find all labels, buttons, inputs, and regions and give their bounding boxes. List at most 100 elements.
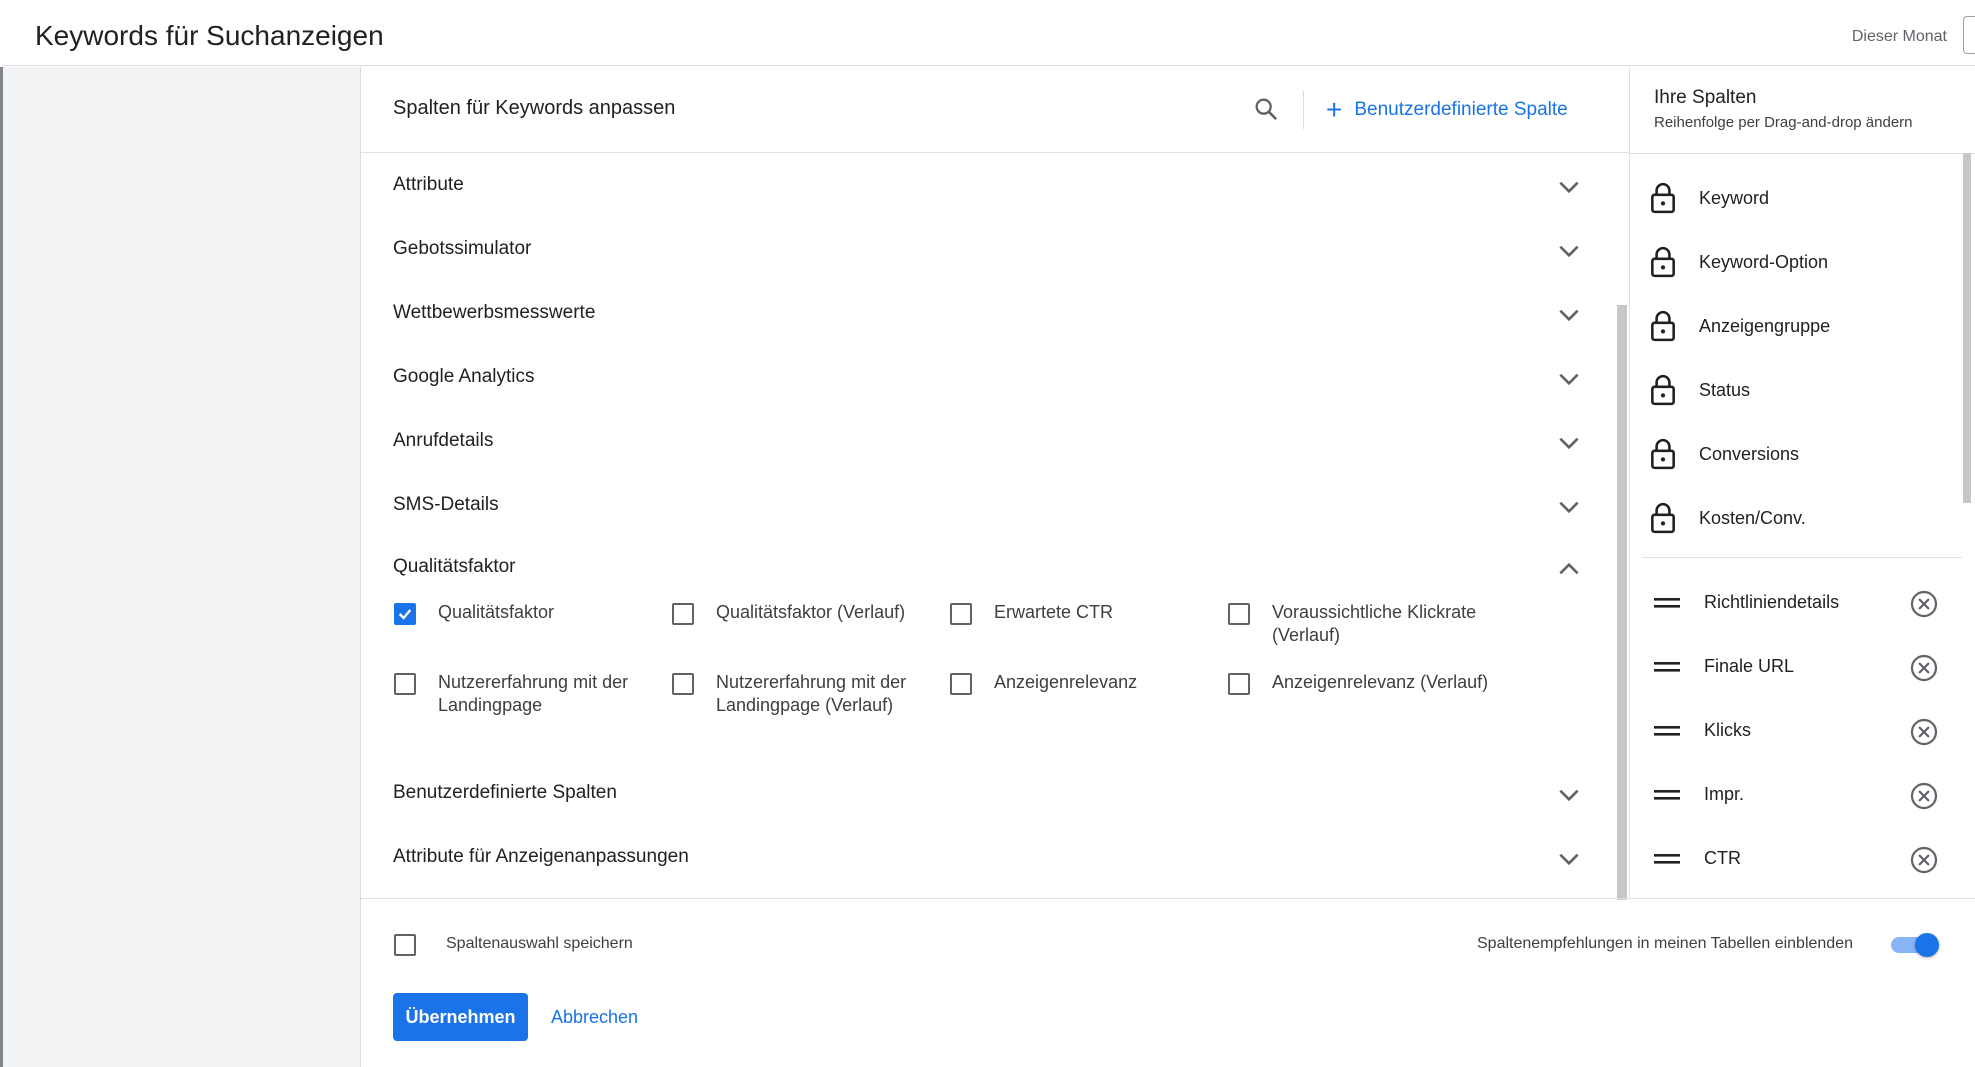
quality-option-checkbox[interactable] xyxy=(672,603,694,625)
category-3[interactable]: Google Analytics xyxy=(361,346,1629,410)
category-4[interactable]: Anrufdetails xyxy=(361,410,1629,474)
remove-column-icon[interactable] xyxy=(1910,782,1938,810)
dialog-footer: Spaltenauswahl speichern Spaltenempfehlu… xyxy=(361,898,1975,1067)
lock-icon xyxy=(1651,374,1675,406)
search-icon[interactable] xyxy=(1252,95,1280,123)
movable-column-item[interactable]: CTR xyxy=(1630,826,1970,890)
movable-column-label: Finale URL xyxy=(1704,656,1795,676)
apply-button[interactable]: Übernehmen xyxy=(393,993,528,1041)
save-selection-checkbox[interactable] xyxy=(394,934,416,956)
locked-column-label: Kosten/Conv. xyxy=(1699,508,1806,528)
chevron-down-icon[interactable] xyxy=(1556,430,1582,456)
remove-column-icon[interactable] xyxy=(1910,590,1938,618)
remove-column-icon[interactable] xyxy=(1910,718,1938,746)
locked-column-item: Anzeigengruppe xyxy=(1630,294,1970,358)
category-7[interactable]: Benutzerdefinierte Spalten xyxy=(361,762,1629,826)
category-8[interactable]: Attribute für Anzeigenanpassungen xyxy=(361,826,1629,890)
checkmark-icon xyxy=(398,609,412,620)
save-selection-label: Spaltenauswahl speichern xyxy=(446,935,633,952)
quality-option-label: Voraussichtliche Klickrate (Verlauf) xyxy=(1272,602,1477,645)
movable-column-label: Klicks xyxy=(1704,720,1752,740)
date-range-label[interactable]: Dieser Monat xyxy=(1852,28,1947,46)
category-label: Attribute für Anzeigenanpassungen xyxy=(393,846,689,867)
category-label: Anrufdetails xyxy=(393,430,494,451)
movable-column-item[interactable]: Finale URL xyxy=(1630,634,1970,698)
category-1[interactable]: Gebotssimulator xyxy=(361,218,1629,282)
category-6[interactable]: Qualitätsfaktor xyxy=(361,536,1629,600)
quality-option-checkbox[interactable] xyxy=(672,673,694,695)
movable-column-label: Impr. xyxy=(1704,784,1745,804)
background-area xyxy=(0,67,360,1067)
recommendations-label: Spaltenempfehlungen in meinen Tabellen e… xyxy=(1477,935,1853,952)
dialog-title: Spalten für Keywords anpassen xyxy=(393,97,676,119)
chevron-down-icon[interactable] xyxy=(1556,494,1582,520)
movable-column-label: CTR xyxy=(1704,848,1741,868)
cancel-button[interactable]: Abbrechen xyxy=(541,993,648,1041)
header-divider xyxy=(1303,91,1304,129)
drag-handle-icon[interactable] xyxy=(1654,662,1680,672)
category-label: Google Analytics xyxy=(393,366,535,387)
remove-column-icon[interactable] xyxy=(1910,654,1938,682)
movable-column-label: Richtliniendetails xyxy=(1704,592,1840,612)
add-custom-column-button[interactable]: + Benutzerdefinierte Spalte xyxy=(1326,91,1568,129)
drag-handle-icon[interactable] xyxy=(1654,726,1680,736)
quality-option-checkbox[interactable] xyxy=(950,603,972,625)
locked-column-item: Status xyxy=(1630,358,1970,422)
category-0[interactable]: Attribute xyxy=(361,154,1629,218)
movable-column-item[interactable]: Klicks xyxy=(1630,698,1970,762)
your-columns-subtitle: Reihenfolge per Drag-and-drop ändern xyxy=(1654,114,1913,131)
drag-handle-icon[interactable] xyxy=(1654,854,1680,864)
page-header: Keywords für Suchanzeigen Dieser Monat xyxy=(4,4,1975,66)
plus-icon: + xyxy=(1326,94,1343,125)
quality-option-checkbox[interactable] xyxy=(950,673,972,695)
chevron-down-icon[interactable] xyxy=(1556,238,1582,264)
chevron-down-icon[interactable] xyxy=(1556,782,1582,808)
quality-option-checkbox[interactable] xyxy=(394,603,416,625)
chevron-down-icon[interactable] xyxy=(1556,846,1582,872)
chevron-down-icon[interactable] xyxy=(1556,302,1582,328)
quality-option-label: Qualitätsfaktor (Verlauf) xyxy=(716,602,906,622)
chevron-down-icon[interactable] xyxy=(1556,174,1582,200)
lock-icon xyxy=(1651,182,1675,214)
category-label: Attribute xyxy=(393,174,464,195)
locked-column-label: Anzeigengruppe xyxy=(1699,316,1831,336)
locked-column-label: Conversions xyxy=(1699,444,1800,464)
locked-movable-divider xyxy=(1642,557,1962,558)
quality-option-checkbox[interactable] xyxy=(1228,603,1250,625)
chevron-down-icon[interactable] xyxy=(1556,366,1582,392)
categories-scrollbar[interactable] xyxy=(1617,305,1627,900)
left-edge-border xyxy=(0,67,3,1067)
date-range-button[interactable] xyxy=(1963,16,1975,54)
quality-option-checkbox[interactable] xyxy=(1228,673,1250,695)
your-columns-scrollbar[interactable] xyxy=(1963,153,1971,503)
panel-divider xyxy=(1630,153,1975,154)
drag-handle-icon[interactable] xyxy=(1654,598,1680,608)
quality-option-label: Nutzererfahrung mit der Landingpage (Ver… xyxy=(716,672,907,715)
remove-column-icon[interactable] xyxy=(1910,846,1938,874)
category-label: Benutzerdefinierte Spalten xyxy=(393,782,617,803)
category-2[interactable]: Wettbewerbsmesswerte xyxy=(361,282,1629,346)
lock-icon xyxy=(1651,310,1675,342)
locked-column-item: Keyword xyxy=(1630,166,1970,230)
movable-column-item[interactable]: Impr. xyxy=(1630,762,1970,826)
locked-column-item: Kosten/Conv. xyxy=(1630,486,1970,550)
add-custom-column-label: Benutzerdefinierte Spalte xyxy=(1354,99,1568,120)
toggle-knob xyxy=(1915,933,1939,957)
dialog-header: Spalten für Keywords anpassen + Benutzer… xyxy=(361,67,1629,153)
quality-option-label: Qualitätsfaktor xyxy=(438,602,555,622)
locked-column-label: Keyword xyxy=(1699,188,1770,208)
movable-column-item[interactable]: Richtliniendetails xyxy=(1630,570,1970,634)
drag-handle-icon[interactable] xyxy=(1654,790,1680,800)
chevron-up-icon[interactable] xyxy=(1556,556,1582,582)
category-5[interactable]: SMS-Details xyxy=(361,474,1629,538)
category-label: Wettbewerbsmesswerte xyxy=(393,302,596,323)
lock-icon xyxy=(1651,502,1675,534)
locked-column-label: Status xyxy=(1699,380,1751,400)
category-label: Qualitätsfaktor xyxy=(393,556,516,577)
lock-icon xyxy=(1651,438,1675,470)
quality-option-checkbox[interactable] xyxy=(394,673,416,695)
recommendations-toggle[interactable] xyxy=(1891,933,1941,957)
customize-columns-dialog: Spalten für Keywords anpassen + Benutzer… xyxy=(360,67,1975,1067)
your-columns-panel: Ihre Spalten Reihenfolge per Drag-and-dr… xyxy=(1629,67,1975,898)
lock-icon xyxy=(1651,246,1675,278)
